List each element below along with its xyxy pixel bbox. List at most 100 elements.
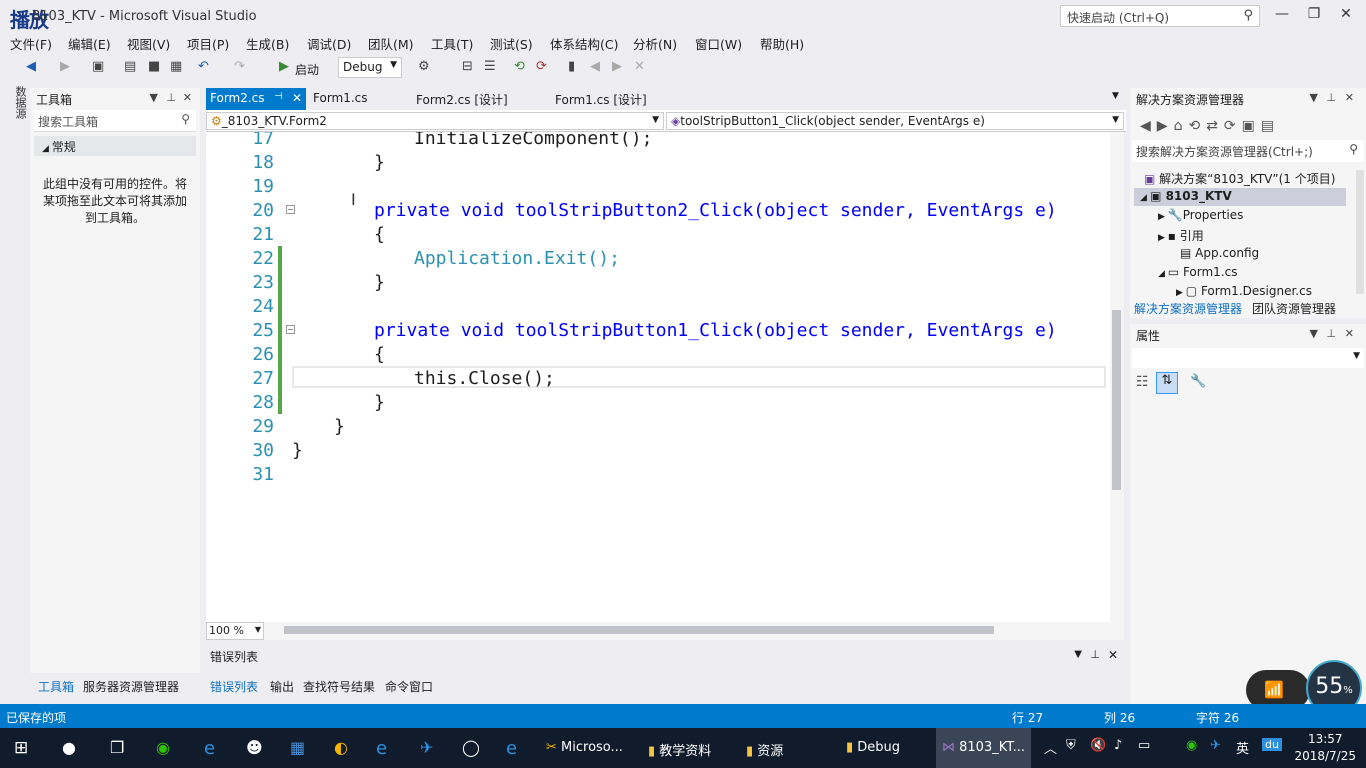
shield-icon[interactable]: ⛨ bbox=[1066, 738, 1076, 753]
edge-icon[interactable]: e bbox=[204, 738, 215, 759]
battery-icon[interactable]: ▭ bbox=[1138, 738, 1150, 753]
categorized-icon[interactable]: ☷ bbox=[1136, 374, 1149, 390]
menu-analyze[interactable]: 分析(N) bbox=[633, 34, 677, 53]
task-view-icon[interactable]: ❐ bbox=[110, 738, 124, 757]
tray-expand-icon[interactable]: ︿ bbox=[1044, 738, 1057, 757]
tree-scrollbar[interactable] bbox=[1356, 170, 1364, 294]
pin-icon[interactable]: ⊥ bbox=[1090, 648, 1100, 661]
quick-launch-input[interactable]: 快速启动 (Ctrl+Q) ⚲ bbox=[1060, 5, 1260, 27]
tab-form2-cs[interactable]: Form2.cs ⊣ ✕ bbox=[206, 88, 306, 110]
alphabetical-icon[interactable]: ⇅ bbox=[1156, 372, 1178, 394]
new-project-icon[interactable]: ▣ bbox=[92, 59, 104, 74]
tree-item-app-config[interactable]: ▤ App.config bbox=[1180, 246, 1259, 260]
solution-search-input[interactable]: 搜索解决方案资源管理器(Ctrl+;) ⚲ bbox=[1132, 140, 1364, 162]
volume-muted-icon[interactable]: 🔇 bbox=[1090, 738, 1106, 753]
menu-project[interactable]: 项目(P) bbox=[187, 34, 229, 53]
type-dropdown[interactable]: ⚙_8103_KTV.Form2 ▼ bbox=[206, 112, 664, 130]
close-button[interactable]: ✕ bbox=[1332, 6, 1360, 22]
cortana-icon[interactable]: ● bbox=[62, 738, 76, 757]
close-icon[interactable]: ✕ bbox=[1345, 91, 1354, 104]
redo-icon[interactable]: ↷ bbox=[234, 59, 245, 74]
windows-start-icon[interactable]: ⊞ bbox=[14, 738, 28, 758]
menu-window[interactable]: 窗口(W) bbox=[695, 34, 742, 53]
object-select[interactable]: ▼ bbox=[1132, 348, 1364, 368]
wechat-tray-icon[interactable]: ◉ bbox=[1186, 738, 1197, 753]
close-tab-icon[interactable]: ✕ bbox=[292, 91, 302, 105]
taskbar-app-2[interactable]: ▮ 教学资料 bbox=[642, 728, 717, 768]
close-icon[interactable]: ✕ bbox=[1108, 648, 1118, 662]
tree-item-form1-designer[interactable]: ▶ ▢ Form1.Designer.cs bbox=[1176, 284, 1312, 298]
tab-form1-cs[interactable]: Form1.cs bbox=[309, 88, 372, 110]
system-clock[interactable]: 13:57 2018/7/25 bbox=[1294, 731, 1356, 765]
bookmark-icon[interactable]: ▮ bbox=[568, 59, 575, 74]
start-button[interactable]: 启动 bbox=[295, 61, 319, 78]
horizontal-scroll-thumb[interactable] bbox=[284, 626, 994, 634]
menu-view[interactable]: 视图(V) bbox=[127, 34, 170, 53]
taskbar-app-1[interactable]: ✂ Microso... bbox=[540, 728, 629, 768]
tab-toolbox[interactable]: 工具箱 bbox=[38, 678, 74, 695]
sync-icon[interactable]: ⇄ bbox=[1206, 118, 1224, 134]
taskbar-app-3[interactable]: ▮ 资源 bbox=[740, 728, 789, 768]
send-icon[interactable]: ✈ bbox=[420, 738, 433, 757]
send-tray-icon[interactable]: ✈ bbox=[1210, 738, 1221, 753]
configuration-select[interactable]: Debug ▼ bbox=[338, 57, 402, 78]
tab-find-symbol-results[interactable]: 查找符号结果 bbox=[303, 678, 375, 695]
comment-icon[interactable]: ⟲ bbox=[514, 59, 525, 74]
save-all-icon[interactable]: ▦ bbox=[170, 59, 182, 74]
taskbar-app-4[interactable]: ▮ Debug bbox=[840, 728, 906, 768]
restore-button[interactable]: ❐ bbox=[1300, 6, 1328, 22]
tab-solution-explorer[interactable]: 解决方案资源管理器 bbox=[1134, 300, 1242, 317]
property-pages-icon[interactable]: 🔧 bbox=[1190, 374, 1206, 389]
toolbox-search-input[interactable]: 搜索工具箱 ⚲ bbox=[34, 110, 196, 132]
dropdown-icon[interactable]: ▼ bbox=[1310, 91, 1318, 104]
pin-icon[interactable]: ⊥ bbox=[1326, 327, 1336, 340]
baidu-icon[interactable]: du bbox=[1262, 738, 1282, 751]
close-icon[interactable]: ✕ bbox=[1345, 327, 1354, 340]
open-icon[interactable]: ▤ bbox=[124, 59, 136, 74]
align-icon[interactable]: ⊟ bbox=[462, 59, 473, 74]
taskbar-app-5[interactable]: ⋈ 8103_KT... bbox=[936, 728, 1032, 768]
tree-item-solution[interactable]: ▣ 解决方案“8103_KTV”(1 个项目) bbox=[1144, 170, 1335, 187]
back-icon[interactable]: ◀ bbox=[26, 59, 36, 74]
prev-bookmark-icon[interactable]: ◀ bbox=[590, 59, 600, 74]
collapse-icon[interactable]: − bbox=[286, 205, 295, 214]
qq-icon[interactable]: ☻ bbox=[246, 738, 263, 757]
menu-edit[interactable]: 编辑(E) bbox=[68, 34, 111, 53]
dropdown-icon[interactable]: ▼ bbox=[1310, 327, 1318, 340]
tree-item-properties[interactable]: ▶ 🔧Properties bbox=[1158, 208, 1243, 222]
tab-form2-design[interactable]: Form2.cs [设计] bbox=[412, 88, 512, 110]
tab-command-window[interactable]: 命令窗口 bbox=[385, 678, 433, 695]
collapse-all-icon[interactable]: ▣ bbox=[1242, 118, 1261, 134]
close-icon[interactable]: ✕ bbox=[183, 91, 192, 104]
dropdown-icon[interactable]: ▼ bbox=[1074, 649, 1082, 660]
menu-architecture[interactable]: 体系结构(C) bbox=[550, 34, 618, 53]
save-icon[interactable]: ■ bbox=[148, 59, 160, 74]
forward-icon[interactable]: ▶ bbox=[1157, 118, 1174, 134]
menu-debug[interactable]: 调试(D) bbox=[307, 34, 351, 53]
format-icon[interactable]: ☰ bbox=[484, 59, 496, 74]
member-dropdown[interactable]: ◈toolStripButton1_Click(object sender, E… bbox=[666, 112, 1124, 130]
microphone-icon[interactable]: ♪ bbox=[1114, 738, 1122, 753]
history-icon[interactable]: ⟲ bbox=[1188, 118, 1206, 134]
menu-help[interactable]: 帮助(H) bbox=[760, 34, 804, 53]
qq-browser-icon[interactable]: ◯ bbox=[462, 738, 480, 757]
ie-icon[interactable]: e bbox=[376, 738, 387, 759]
tab-overflow-icon[interactable]: ▼ bbox=[1108, 88, 1123, 110]
next-bookmark-icon[interactable]: ▶ bbox=[612, 59, 622, 74]
pin-icon[interactable]: ⊣ bbox=[274, 91, 283, 102]
browser-360-icon[interactable]: ◐ bbox=[334, 738, 348, 757]
minimize-button[interactable]: — bbox=[1268, 6, 1296, 22]
tab-team-explorer[interactable]: 团队资源管理器 bbox=[1252, 300, 1336, 317]
data-sources-tab[interactable]: 数据源 bbox=[6, 86, 28, 126]
attach-icon[interactable]: ⚙ bbox=[418, 59, 430, 74]
ime-indicator[interactable]: 英 bbox=[1236, 738, 1249, 757]
undo-icon[interactable]: ↶ bbox=[198, 59, 209, 74]
tab-server-explorer[interactable]: 服务器资源管理器 bbox=[83, 678, 179, 695]
code-editor[interactable]: 17 18 19 20 21 22 23 24 25 26 27 28 29 3… bbox=[206, 132, 1110, 622]
vertical-scroll-thumb[interactable] bbox=[1112, 310, 1121, 490]
menu-tools[interactable]: 工具(T) bbox=[431, 34, 473, 53]
tab-error-list[interactable]: 错误列表 bbox=[210, 678, 258, 695]
menu-file[interactable]: 文件(F) bbox=[10, 34, 52, 53]
app-icon[interactable]: ▦ bbox=[290, 738, 305, 757]
dropdown-icon[interactable]: ▼ bbox=[150, 91, 158, 104]
